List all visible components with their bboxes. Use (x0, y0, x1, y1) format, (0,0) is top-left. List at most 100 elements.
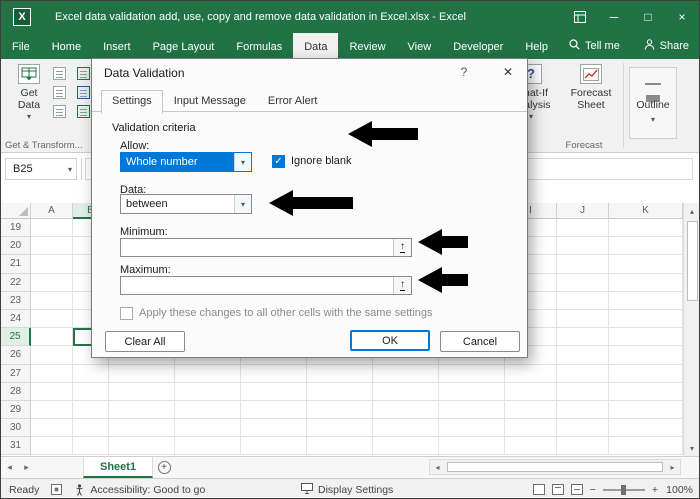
grid-cell-g27[interactable] (373, 365, 439, 383)
column-header-k[interactable]: K (609, 203, 683, 219)
outline-button[interactable]: Outline ▾ (629, 67, 677, 139)
ok-button[interactable]: OK (350, 330, 430, 351)
vertical-scrollbar-thumb[interactable] (687, 221, 698, 301)
grid-cell-i27[interactable] (505, 365, 557, 383)
grid-cell-k24[interactable] (609, 310, 683, 328)
grid-cell-e28[interactable] (241, 383, 307, 401)
grid-cell-j31[interactable] (557, 437, 609, 455)
grid-cell-c31[interactable] (109, 437, 175, 455)
grid-cell-k29[interactable] (609, 401, 683, 419)
collapse-dialog-button[interactable]: ↑ (393, 277, 411, 294)
grid-cell-e30[interactable] (241, 419, 307, 437)
accessibility-icon[interactable] (74, 484, 85, 496)
grid-cell-j22[interactable] (557, 274, 609, 292)
horizontal-scrollbar[interactable]: ◂ ▸ (429, 459, 681, 475)
grid-cell-f30[interactable] (307, 419, 373, 437)
properties-icon[interactable] (77, 105, 90, 118)
grid-cell-g29[interactable] (373, 401, 439, 419)
collapse-dialog-button[interactable]: ↑ (393, 239, 411, 256)
dialog-help-button[interactable]: ? (453, 62, 475, 82)
tell-me-box[interactable]: Tell me (559, 33, 630, 59)
ribbon-display-options-icon[interactable] (563, 1, 597, 33)
row-header-22[interactable]: 22 (1, 274, 31, 292)
grid-cell-i28[interactable] (505, 383, 557, 401)
grid-cell-b28[interactable] (73, 383, 109, 401)
ribbon-tab-insert[interactable]: Insert (92, 33, 142, 59)
maximize-button[interactable]: □ (631, 1, 665, 33)
grid-cell-k20[interactable] (609, 237, 683, 255)
grid-cell-a25[interactable] (31, 328, 73, 346)
allow-dropdown[interactable]: Whole number ▾ (120, 152, 252, 172)
macro-record-icon[interactable] (51, 484, 62, 495)
grid-cell-a22[interactable] (31, 274, 73, 292)
get-data-button[interactable]: Get Data ▾ (9, 64, 49, 144)
scroll-right-icon[interactable]: ▸ (665, 463, 680, 472)
grid-cell-k26[interactable] (609, 346, 683, 364)
page-layout-view-icon[interactable] (552, 484, 564, 495)
grid-cell-k27[interactable] (609, 365, 683, 383)
zoom-slider[interactable] (603, 489, 645, 491)
grid-cell-d30[interactable] (175, 419, 241, 437)
grid-cell-d27[interactable] (175, 365, 241, 383)
dialog-tab-error-alert[interactable]: Error Alert (257, 90, 329, 114)
vertical-scrollbar[interactable]: ▴ ▾ (683, 203, 700, 456)
ribbon-tab-data[interactable]: Data (293, 33, 338, 59)
ribbon-tab-review[interactable]: Review (338, 33, 396, 59)
close-button[interactable]: × (665, 1, 699, 33)
grid-cell-j27[interactable] (557, 365, 609, 383)
row-header-24[interactable]: 24 (1, 310, 31, 328)
sheet-nav-right-icon[interactable]: ▸ (18, 457, 35, 478)
grid-cell-a29[interactable] (31, 401, 73, 419)
grid-cell-h28[interactable] (439, 383, 505, 401)
normal-view-icon[interactable] (533, 484, 545, 495)
grid-cell-h31[interactable] (439, 437, 505, 455)
grid-cell-j29[interactable] (557, 401, 609, 419)
grid-cell-h27[interactable] (439, 365, 505, 383)
grid-cell-c29[interactable] (109, 401, 175, 419)
dialog-tab-input-message[interactable]: Input Message (163, 90, 257, 114)
grid-cell-k19[interactable] (609, 219, 683, 237)
existing-connections-icon[interactable] (77, 86, 90, 99)
row-header-25[interactable]: 25 (1, 328, 31, 346)
dialog-tab-settings[interactable]: Settings (101, 90, 163, 114)
ribbon-tab-page-layout[interactable]: Page Layout (142, 33, 226, 59)
clear-all-button[interactable]: Clear All (105, 331, 185, 352)
grid-cell-c28[interactable] (109, 383, 175, 401)
zoom-out-icon[interactable]: − (590, 484, 596, 496)
scroll-down-icon[interactable]: ▾ (684, 440, 700, 456)
ribbon-tab-file[interactable]: File (1, 33, 41, 59)
minimum-input[interactable] (121, 239, 393, 256)
chevron-down-icon[interactable]: ▾ (234, 153, 251, 171)
grid-cell-j23[interactable] (557, 292, 609, 310)
grid-cell-g28[interactable] (373, 383, 439, 401)
grid-cell-k28[interactable] (609, 383, 683, 401)
grid-cell-a20[interactable] (31, 237, 73, 255)
grid-cell-f31[interactable] (307, 437, 373, 455)
ribbon-tab-developer[interactable]: Developer (442, 33, 514, 59)
display-settings[interactable]: Display Settings (301, 483, 393, 497)
row-header-21[interactable]: 21 (1, 255, 31, 273)
grid-cell-b30[interactable] (73, 419, 109, 437)
grid-cell-a19[interactable] (31, 219, 73, 237)
grid-cell-a23[interactable] (31, 292, 73, 310)
ribbon-tab-formulas[interactable]: Formulas (225, 33, 293, 59)
name-box[interactable]: B25 ▾ (5, 158, 77, 180)
ignore-blank-label[interactable]: Ignore blank (291, 155, 352, 167)
grid-cell-j24[interactable] (557, 310, 609, 328)
maximum-field[interactable]: ↑ (120, 276, 412, 295)
grid-cell-j20[interactable] (557, 237, 609, 255)
grid-cell-k25[interactable] (609, 328, 683, 346)
grid-cell-j30[interactable] (557, 419, 609, 437)
page-break-view-icon[interactable] (571, 484, 583, 495)
refresh-icon[interactable] (53, 105, 66, 118)
grid-cell-i29[interactable] (505, 401, 557, 419)
zoom-level[interactable]: 100% (665, 484, 693, 496)
grid-cell-d28[interactable] (175, 383, 241, 401)
grid-cell-c27[interactable] (109, 365, 175, 383)
grid-cell-d29[interactable] (175, 401, 241, 419)
grid-cell-b31[interactable] (73, 437, 109, 455)
apply-changes-checkbox[interactable] (120, 307, 133, 320)
row-header-29[interactable]: 29 (1, 401, 31, 419)
grid-cell-i31[interactable] (505, 437, 557, 455)
table-icon[interactable] (77, 67, 90, 80)
